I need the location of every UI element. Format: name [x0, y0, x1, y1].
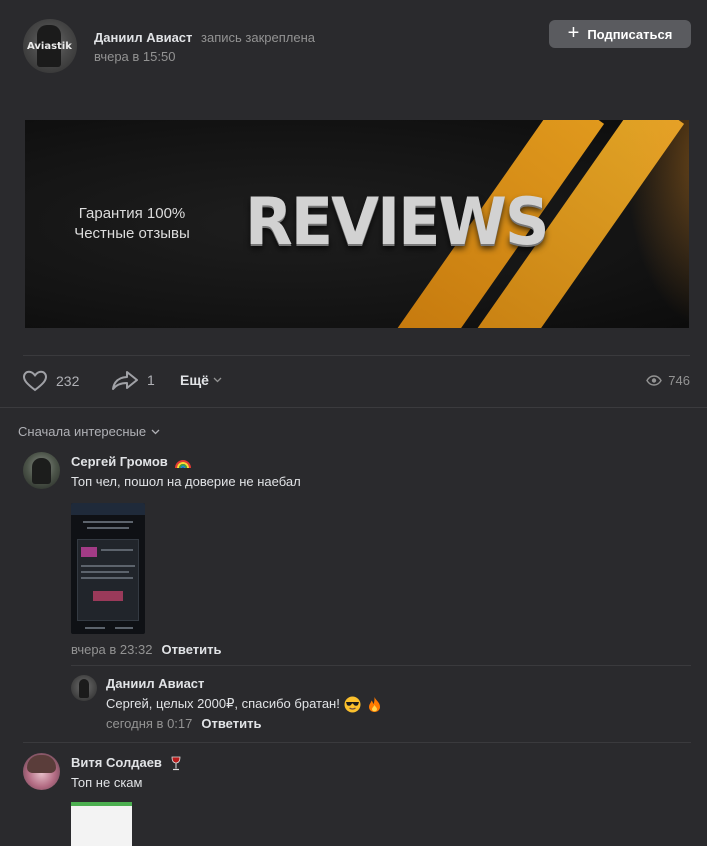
divider	[23, 355, 690, 356]
avatar-tag: Aviastik	[27, 41, 72, 52]
comment-author-name-text: Витя Солдаев	[71, 755, 162, 770]
attachment-line	[87, 527, 129, 529]
rainbow-icon	[175, 459, 192, 468]
divider	[71, 665, 691, 666]
post-author-name[interactable]: Даниил Авиаст	[94, 30, 192, 45]
reply-text-row: Сергей, целых 2000₽, спасибо братан!	[106, 696, 382, 713]
comment-text: Топ не скам	[71, 775, 143, 790]
like-button[interactable]: 232	[22, 370, 79, 392]
more-label: Ещё	[180, 372, 209, 388]
chevron-down-icon	[213, 377, 222, 383]
attachment-line	[81, 571, 129, 573]
comment-time[interactable]: вчера в 23:32	[71, 642, 152, 657]
reply-button[interactable]: Ответить	[161, 642, 221, 657]
reply-time[interactable]: сегодня в 0:17	[106, 716, 192, 731]
post-card: Aviastik Даниил Авиаст запись закреплена…	[0, 0, 707, 408]
banner-tagline-line-1: Гарантия 100%	[78, 205, 186, 222]
reply-avatar[interactable]	[71, 675, 97, 701]
banner-tagline: Гарантия 100% Честные отзывы	[67, 204, 197, 244]
attachment-line	[115, 627, 133, 629]
share-count: 1	[147, 372, 155, 388]
comment-avatar[interactable]	[23, 753, 60, 790]
comment-text: Топ чел, пошол на доверие не наебал	[71, 474, 301, 489]
avatar-figure	[27, 755, 56, 773]
banner-glow	[625, 120, 689, 328]
chevron-down-icon	[151, 429, 160, 434]
reply-author-name[interactable]: Даниил Авиаст	[106, 676, 204, 691]
subscribe-label: Подписаться	[587, 26, 673, 42]
views-counter: 746	[646, 373, 690, 388]
comment-meta: вчера в 23:32 Ответить	[71, 642, 222, 657]
reply-text: Сергей, целых 2000₽, спасибо братан!	[106, 696, 340, 711]
attachment-line	[81, 565, 135, 567]
share-button[interactable]: 1	[111, 370, 155, 390]
plus-icon: +	[567, 22, 580, 44]
avatar-figure	[32, 458, 51, 484]
comment-author-name[interactable]: Сергей Громов	[71, 454, 192, 469]
post-time[interactable]: вчера в 15:50	[94, 49, 175, 64]
avatar-figure	[79, 679, 89, 698]
comments-sort-dropdown[interactable]: Сначала интересные	[18, 424, 160, 439]
attachment-line	[81, 577, 133, 579]
sunglasses-face-icon	[344, 696, 361, 713]
views-count: 746	[668, 373, 690, 388]
comment-author-name-text: Сергей Громов	[71, 454, 168, 469]
comment-avatar[interactable]	[23, 452, 60, 489]
pinned-label: запись закреплена	[201, 30, 315, 45]
post-separator	[0, 407, 707, 408]
wine-glass-icon	[171, 756, 180, 771]
banner-tagline-line-2: Честные отзывы	[74, 225, 190, 242]
heart-icon	[22, 370, 48, 392]
reply-meta: сегодня в 0:17 Ответить	[106, 716, 261, 731]
eye-icon	[646, 375, 663, 386]
like-count: 232	[56, 373, 80, 389]
divider	[23, 742, 691, 743]
post-banner-image[interactable]: Гарантия 100% Честные отзывы REVIEWS	[25, 120, 689, 328]
more-menu[interactable]: Ещё	[180, 372, 222, 388]
subscribe-button[interactable]: + Подписаться	[549, 20, 691, 48]
fire-icon	[369, 697, 381, 713]
attachment-line	[85, 627, 105, 629]
attachment-line	[83, 521, 133, 523]
comment-attachment-image[interactable]	[71, 802, 132, 846]
comment-author-name[interactable]: Витя Солдаев	[71, 755, 182, 771]
attachment-toolbar	[71, 503, 145, 515]
reply-button[interactable]: Ответить	[201, 716, 261, 731]
attachment-item	[93, 591, 123, 601]
author-avatar[interactable]: Aviastik	[23, 19, 77, 73]
banner-title: REVIEWS	[245, 183, 550, 260]
share-icon	[112, 371, 138, 390]
sort-label: Сначала интересные	[18, 424, 147, 439]
comment-attachment-image[interactable]	[71, 503, 145, 634]
attachment-item	[81, 547, 97, 557]
attachment-line	[101, 549, 133, 551]
